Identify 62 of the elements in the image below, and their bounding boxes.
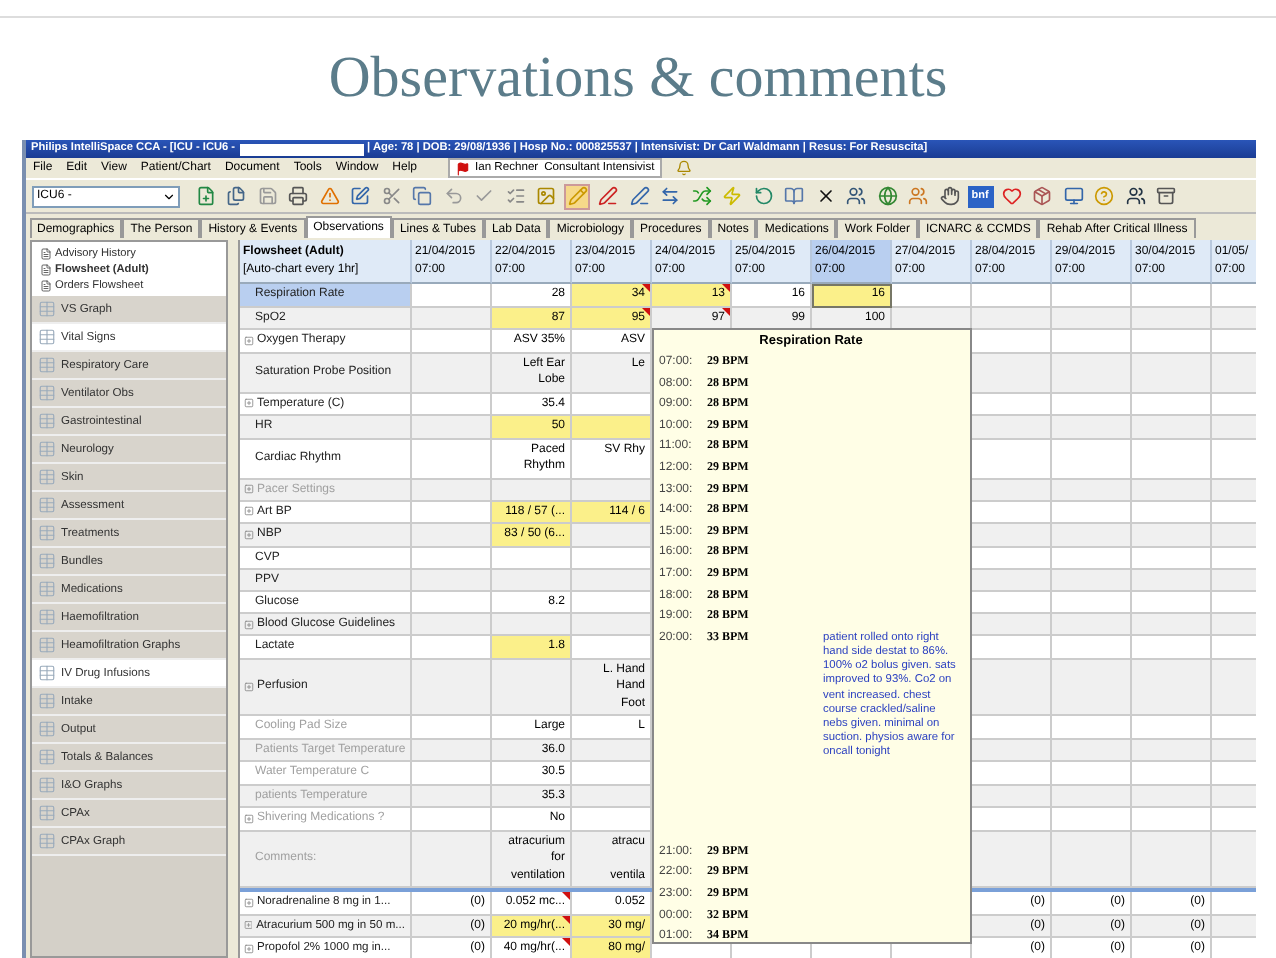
expand-icon[interactable] xyxy=(243,920,253,931)
monitor-icon[interactable] xyxy=(1060,183,1086,209)
book-icon[interactable] xyxy=(781,183,807,209)
document-icon xyxy=(39,280,51,292)
documents-icon[interactable] xyxy=(223,183,249,209)
grid-icon xyxy=(37,412,55,430)
grid-icon xyxy=(37,636,55,654)
expand-icon[interactable] xyxy=(243,619,253,629)
arrows-icon[interactable] xyxy=(657,183,683,209)
grid-icon xyxy=(37,496,55,514)
slide-title: Observations & comments xyxy=(328,44,948,114)
undo-icon[interactable] xyxy=(440,183,466,209)
grid-icon xyxy=(37,384,55,402)
grid-icon xyxy=(37,580,55,598)
grid-icon xyxy=(37,748,55,766)
chevron-down-icon xyxy=(161,189,175,203)
globe-icon[interactable] xyxy=(874,183,900,209)
document-icon xyxy=(39,264,51,276)
printer-icon[interactable] xyxy=(285,183,311,209)
grid-icon xyxy=(37,720,55,738)
document-icon xyxy=(39,248,51,260)
pen-icon[interactable] xyxy=(626,183,652,209)
edit-icon[interactable] xyxy=(347,183,373,209)
expand-icon[interactable] xyxy=(243,335,253,346)
grid-icon xyxy=(37,524,55,542)
copy-icon[interactable] xyxy=(409,183,435,209)
pen-icon[interactable] xyxy=(595,183,621,209)
expand-icon[interactable] xyxy=(243,943,253,954)
rotate-icon[interactable] xyxy=(750,183,776,209)
scissors-icon[interactable] xyxy=(378,183,404,209)
package-icon[interactable] xyxy=(1029,183,1055,209)
grid-icon xyxy=(37,832,55,850)
expand-icon[interactable] xyxy=(243,506,253,517)
expand-icon[interactable] xyxy=(243,398,253,409)
grid-icon xyxy=(37,776,55,794)
redaction-bar xyxy=(239,143,364,155)
expand-icon[interactable] xyxy=(243,897,253,908)
expand-icon[interactable] xyxy=(243,529,253,540)
grid-icon xyxy=(37,804,55,822)
warning-icon[interactable] xyxy=(316,183,342,209)
shuffle-icon[interactable] xyxy=(688,183,714,209)
lightning-icon[interactable] xyxy=(719,183,745,209)
grid-icon xyxy=(37,440,55,458)
heart-icon[interactable] xyxy=(998,183,1024,209)
grid-icon xyxy=(37,692,55,710)
grid-icon xyxy=(37,300,55,318)
people-icon[interactable] xyxy=(1122,183,1148,209)
flag-icon xyxy=(455,161,470,175)
grid-icon xyxy=(37,468,55,486)
grid-icon xyxy=(37,328,55,346)
pencil-icon[interactable] xyxy=(564,183,590,209)
grid-icon xyxy=(37,664,55,682)
image-icon[interactable] xyxy=(533,183,559,209)
expand-icon[interactable] xyxy=(243,681,253,692)
bell-icon[interactable] xyxy=(676,160,693,176)
hand-icon[interactable] xyxy=(936,183,962,209)
checklist-icon[interactable] xyxy=(502,183,528,209)
grid-icon xyxy=(37,356,55,374)
archive-icon[interactable] xyxy=(1153,183,1179,209)
people-icon[interactable] xyxy=(843,183,869,209)
grid-icon xyxy=(37,608,55,626)
grid-icon xyxy=(37,552,55,570)
